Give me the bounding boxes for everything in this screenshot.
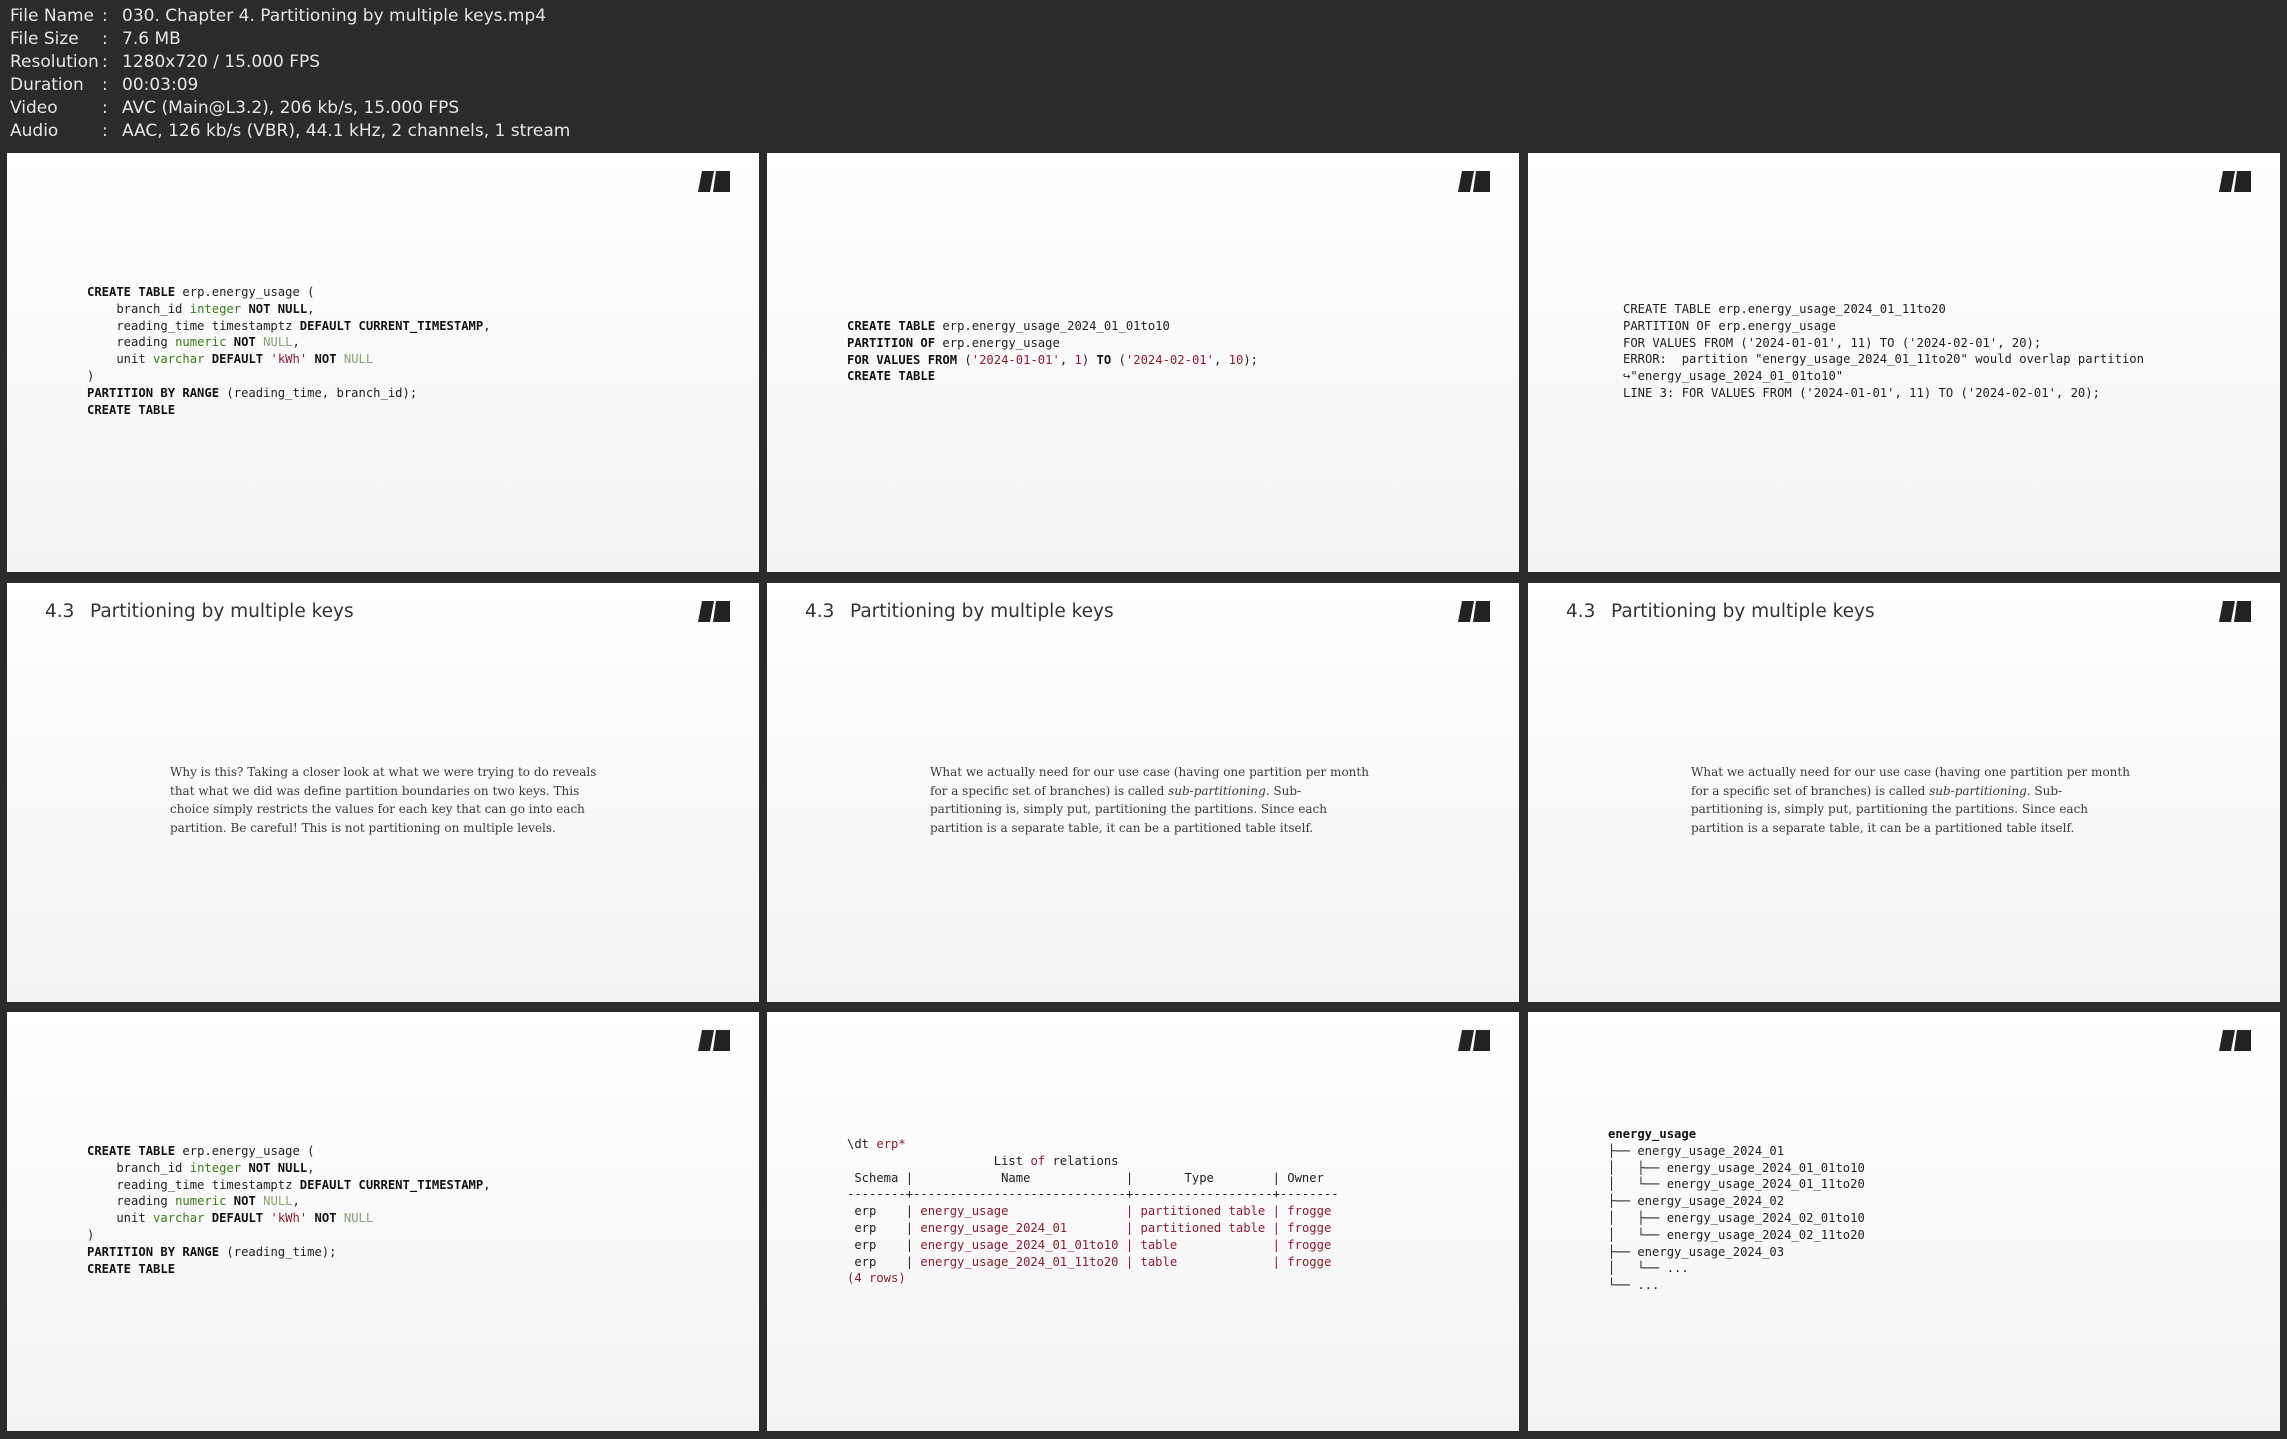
partition-tree: energy_usage ├── energy_usage_2024_01 │ … [1608, 1127, 1865, 1293]
info-value: AAC, 126 kb/s (VBR), 44.1 kHz, 2 channel… [122, 121, 571, 141]
sql-partition-code: CREATE TABLE erp.energy_usage_2024_01_01… [847, 319, 1259, 384]
info-value: 1280x720 / 15.000 FPS [122, 52, 321, 72]
psql-relations-output: \dt erp* List of relations Schema | Name… [847, 1137, 1339, 1286]
table-row: erp | energy_usage_2024_01_01to10 | tabl… [847, 1237, 1332, 1252]
book-logo-icon [698, 1030, 730, 1051]
info-key: Audio [10, 121, 59, 141]
book-logo-icon [698, 601, 730, 622]
table-row: erp | energy_usage_2024_01 | partitioned… [847, 1220, 1332, 1235]
info-value: 00:03:09 [122, 75, 199, 95]
thumbnail-grid: CREATE TABLE erp.energy_usage ( branch_i… [7, 153, 2280, 1433]
book-logo-icon [2219, 601, 2251, 622]
thumbnail-5[interactable]: 4.3 Partitioning by multiple keys What we… [767, 583, 1519, 1002]
info-separator: : [102, 98, 108, 118]
book-logo-icon [1458, 601, 1490, 622]
thumbnail-6[interactable]: 4.3 Partitioning by multiple keys What we… [1528, 583, 2280, 1002]
info-separator: : [102, 29, 108, 49]
sql-create-table-code: CREATE TABLE erp.energy_usage ( branch_i… [87, 1144, 491, 1276]
thumbnail-2[interactable]: CREATE TABLE erp.energy_usage_2024_01_01… [767, 153, 1519, 572]
slide-paragraph: Why is this? Taking a closer look at wha… [170, 765, 597, 835]
info-value: AVC (Main@L3.2), 206 kb/s, 15.000 FPS [122, 98, 460, 118]
thumbnail-8[interactable]: \dt erp* List of relations Schema | Name… [767, 1012, 1519, 1431]
info-separator: : [102, 52, 108, 72]
section-heading: 4.3 Partitioning by multiple keys [805, 601, 1114, 622]
info-key: Duration [10, 75, 84, 95]
info-key: Video [10, 98, 58, 118]
thumbnail-1[interactable]: CREATE TABLE erp.energy_usage ( branch_i… [7, 153, 759, 572]
info-row-filesize: File Size:7.6 MB [10, 28, 570, 51]
info-row-resolution: Resolution:1280x720 / 15.000 FPS [10, 51, 570, 74]
info-separator: : [102, 6, 108, 26]
info-row-audio: Audio: AAC, 126 kb/s (VBR), 44.1 kHz, 2 c… [10, 120, 570, 143]
info-key: Resolution [10, 52, 99, 72]
table-row: erp | energy_usage_2024_01_11to20 | tabl… [847, 1254, 1332, 1269]
info-separator: : [102, 121, 108, 141]
info-value: 7.6 MB [122, 29, 181, 49]
thumbnail-3[interactable]: CREATE TABLE erp.energy_usage_2024_01_11… [1528, 153, 2280, 572]
book-logo-icon [698, 171, 730, 192]
book-logo-icon [2219, 1030, 2251, 1051]
thumbnail-9[interactable]: energy_usage ├── energy_usage_2024_01 │ … [1528, 1012, 2280, 1431]
info-separator: : [102, 75, 108, 95]
file-info-panel: File Name:030. Chapter 4. Partitioning b… [10, 5, 570, 143]
sql-error-output: CREATE TABLE erp.energy_usage_2024_01_11… [1623, 302, 2144, 400]
info-row-video: Video: AVC (Main@L3.2), 206 kb/s, 15.000 … [10, 97, 570, 120]
thumbnail-4[interactable]: 4.3 Partitioning by multiple keys Why is … [7, 583, 759, 1002]
table-row: erp | energy_usage | partitioned table |… [847, 1204, 1332, 1219]
info-row-filename: File Name:030. Chapter 4. Partitioning b… [10, 5, 570, 28]
book-logo-icon [1458, 1030, 1490, 1051]
section-heading: 4.3 Partitioning by multiple keys [45, 601, 354, 622]
book-logo-icon [1458, 171, 1490, 192]
thumbnail-7[interactable]: CREATE TABLE erp.energy_usage ( branch_i… [7, 1012, 759, 1431]
section-heading: 4.3 Partitioning by multiple keys [1566, 601, 1875, 622]
slide-paragraph: What we actually need for our use case (… [930, 765, 1369, 835]
info-key: File Size [10, 29, 79, 49]
info-value: 030. Chapter 4. Partitioning by multiple… [122, 6, 547, 26]
info-row-duration: Duration:00:03:09 [10, 74, 570, 97]
sql-create-table-code: CREATE TABLE erp.energy_usage ( branch_i… [87, 285, 491, 417]
info-key: File Name [10, 6, 95, 26]
slide-paragraph: What we actually need for our use case (… [1691, 765, 2130, 835]
book-logo-icon [2219, 171, 2251, 192]
